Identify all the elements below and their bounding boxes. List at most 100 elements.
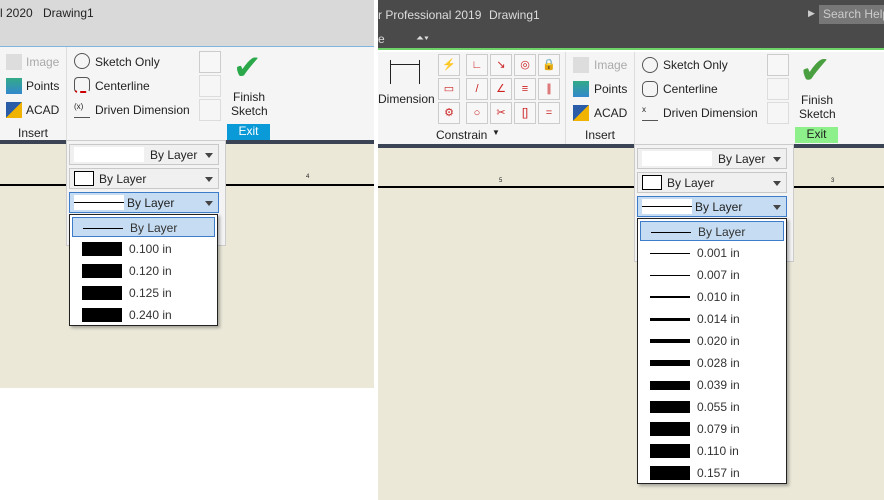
image-icon	[573, 57, 589, 73]
insert-group-label: Insert	[18, 126, 49, 140]
driven-dimension-button[interactable]: Driven Dimension	[663, 106, 758, 120]
checkmark-icon: ✔	[799, 50, 831, 92]
centerline-button[interactable]: Centerline	[95, 79, 150, 93]
finish-label[interactable]: Finish	[233, 90, 265, 104]
acad-icon	[6, 102, 22, 118]
lineweight-preview	[642, 199, 692, 214]
ribbon-tab[interactable]: e	[378, 32, 385, 46]
acad-button[interactable]: ACAD	[26, 103, 59, 117]
acad-button[interactable]: ACAD	[594, 106, 627, 120]
grid-toggle-button[interactable]	[767, 102, 789, 124]
constraint-button[interactable]: ○	[466, 102, 488, 124]
lineweight-swatch	[650, 317, 690, 321]
lineweight-option[interactable]: 0.110 in	[640, 441, 784, 461]
lineweight-option[interactable]: 0.014 in	[640, 309, 784, 329]
lineweight-option[interactable]: 0.157 in	[640, 463, 784, 483]
lineweight-swatch	[650, 380, 690, 390]
linetype-icon	[74, 171, 94, 186]
points-button[interactable]: Points	[26, 79, 59, 93]
insert-group-label: Insert	[585, 128, 616, 142]
lineweight-option-label: By Layer	[130, 221, 178, 235]
points-button[interactable]: Points	[594, 82, 627, 96]
constraint-button[interactable]: ≡	[514, 78, 536, 100]
sketch-label[interactable]: Sketch	[231, 104, 268, 118]
lineweight-select[interactable]: By Layer	[637, 196, 787, 217]
lineweight-swatch	[650, 444, 690, 458]
ribbon: Dimension ⚡ ∟ ↘ ◎ 🔒 ▭ / ∠ ≡ ∥ ⚙ ○ ✂[] = Constrain ▼ I…	[378, 52, 884, 144]
driven-dimension-button[interactable]: Driven Dimension	[95, 103, 190, 117]
constraint-button[interactable]: ⚙	[438, 102, 460, 124]
constraint-button[interactable]: =	[538, 102, 560, 124]
lineweight-option[interactable]: 0.020 in	[640, 331, 784, 351]
linetype-select[interactable]: By Layer	[637, 172, 787, 193]
lineweight-option[interactable]: By Layer	[72, 217, 215, 237]
lineweight-option[interactable]: 0.055 in	[640, 397, 784, 417]
constraint-button[interactable]: 🔒	[538, 54, 560, 76]
lineweight-option[interactable]: By Layer	[640, 221, 784, 241]
image-button[interactable]: Image	[26, 55, 59, 69]
image-icon	[6, 54, 22, 70]
lineweight-option-label: 0.120 in	[129, 264, 172, 278]
lineweight-option[interactable]: 0.125 in	[72, 283, 215, 303]
expand-icon[interactable]: ▶	[808, 8, 815, 19]
lineweight-option[interactable]: 0.240 in	[72, 305, 215, 325]
constraint-button[interactable]: []	[514, 102, 536, 124]
lineweight-option[interactable]: 0.039 in	[640, 375, 784, 395]
sketch-label[interactable]: Sketch	[799, 107, 836, 121]
sketch-only-button[interactable]: Sketch Only	[95, 55, 160, 69]
lineweight-option-label: 0.020 in	[697, 334, 740, 348]
lineweight-option[interactable]: 0.079 in	[640, 419, 784, 439]
constraint-button[interactable]: ▭	[438, 78, 460, 100]
lineweight-option[interactable]: 0.028 in	[640, 353, 784, 373]
dimension-button[interactable]: Dimension	[378, 92, 435, 106]
drawing-canvas[interactable]: 5 3	[378, 148, 884, 500]
lineweight-option[interactable]: 0.100 in	[72, 239, 215, 259]
lineweight-swatch	[83, 227, 123, 229]
centerline-button[interactable]: Centerline	[663, 82, 718, 96]
panel-toggle-icon[interactable]: ⏶▾	[416, 33, 429, 44]
image-button[interactable]: Image	[594, 58, 627, 72]
snap-toggle-button[interactable]	[199, 75, 221, 97]
lineweight-swatch	[82, 286, 122, 300]
acad-icon	[573, 105, 589, 121]
sketch-only-button[interactable]: Sketch Only	[663, 58, 728, 72]
constraint-button[interactable]: ◎	[514, 54, 536, 76]
constraint-button[interactable]: ↘	[490, 54, 512, 76]
lineweight-option-label: 0.100 in	[129, 242, 172, 256]
grid-toggle-button[interactable]	[199, 99, 221, 121]
dropdown-arrow-icon[interactable]: ▼	[492, 128, 500, 137]
lineweight-option-label: 0.240 in	[129, 308, 172, 322]
show-format-button[interactable]	[199, 51, 221, 73]
constraint-button[interactable]: ⚡	[438, 54, 460, 76]
snap-toggle-button[interactable]	[767, 78, 789, 100]
lineweight-option-label: 0.028 in	[697, 356, 740, 370]
product-title: l 2020	[0, 6, 33, 20]
title-bar: l 2020 Drawing1	[0, 0, 374, 46]
color-select[interactable]: By Layer	[69, 144, 219, 165]
linetype-select[interactable]: By Layer	[69, 168, 219, 189]
color-select-value: By Layer	[718, 152, 766, 166]
lineweight-swatch	[82, 242, 122, 256]
constraint-button[interactable]: ∥	[538, 78, 560, 100]
lineweight-option-label: 0.125 in	[129, 286, 172, 300]
ruler-tick: 4	[306, 174, 310, 180]
finish-label[interactable]: Finish	[801, 93, 833, 107]
constrain-group-label[interactable]: Constrain	[436, 128, 487, 142]
lineweight-select[interactable]: By Layer	[69, 192, 219, 213]
constraint-button[interactable]: ∠	[490, 78, 512, 100]
show-format-button[interactable]	[767, 54, 789, 76]
points-icon	[6, 78, 22, 94]
lineweight-swatch	[651, 231, 691, 233]
search-help-input[interactable]: Search Help	[819, 5, 884, 24]
lineweight-option[interactable]: 0.120 in	[72, 261, 215, 281]
lineweight-option[interactable]: 0.007 in	[640, 265, 784, 285]
lineweight-option[interactable]: 0.001 in	[640, 243, 784, 263]
constraint-button[interactable]: ∟	[466, 54, 488, 76]
lineweight-option[interactable]: 0.010 in	[640, 287, 784, 307]
lineweight-select-value: By Layer	[695, 200, 743, 214]
linetype-select-value: By Layer	[667, 176, 715, 190]
constraint-button[interactable]: ✂	[490, 102, 512, 124]
color-select[interactable]: By Layer	[637, 148, 787, 169]
ruler-tick: 3	[831, 178, 835, 184]
constraint-button[interactable]: /	[466, 78, 488, 100]
